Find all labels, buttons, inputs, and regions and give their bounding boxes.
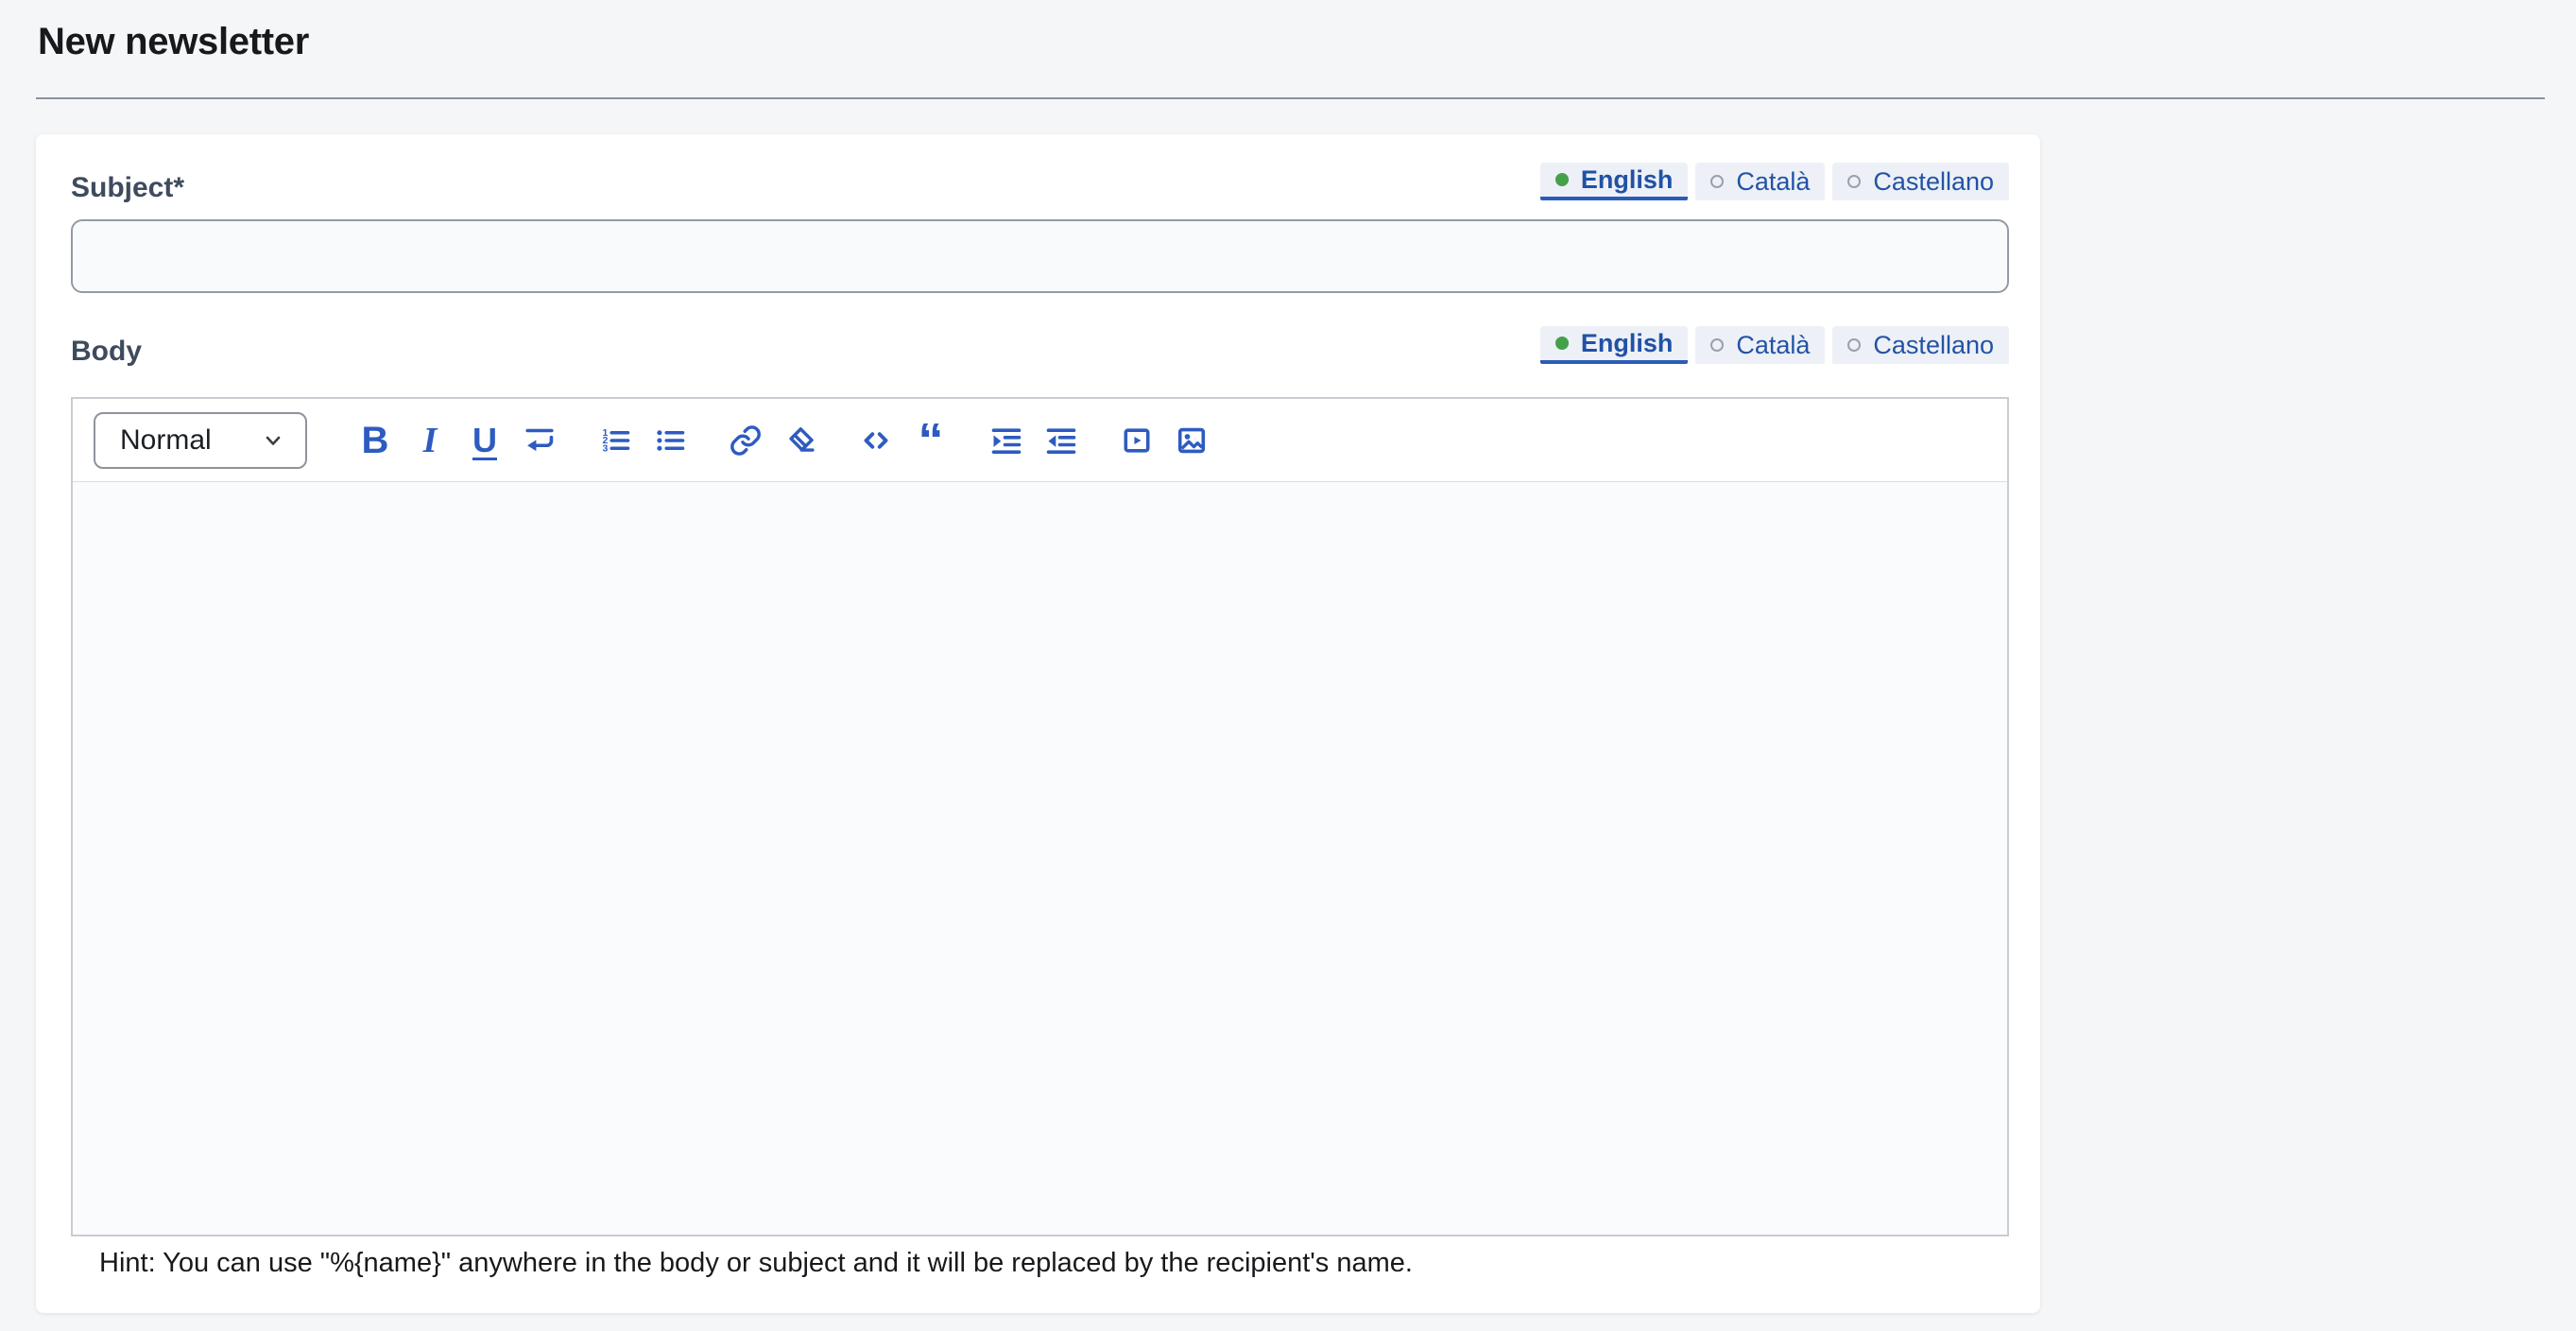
underline-button[interactable]: U	[468, 418, 502, 463]
outdent-button[interactable]	[1044, 418, 1078, 463]
language-option-catala[interactable]: Català	[1695, 326, 1825, 364]
hint-text: Hint: You can use "%{name}" anywhere in …	[99, 1249, 2009, 1277]
blockquote-button[interactable]: “	[914, 418, 948, 463]
language-option-castellano[interactable]: Castellano	[1832, 326, 2009, 364]
language-label: Català	[1736, 167, 1810, 197]
clear-format-button[interactable]	[783, 418, 817, 463]
blockquote-icon: “	[914, 424, 948, 458]
language-label: English	[1581, 165, 1674, 195]
bullet-list-icon	[653, 424, 687, 458]
language-label: English	[1581, 329, 1674, 358]
subject-field-header: Subject* English Català Castellano	[71, 163, 2009, 204]
ordered-list-icon: 1 2 3	[598, 424, 632, 458]
clear-format-icon	[783, 424, 817, 458]
image-button[interactable]	[1175, 418, 1209, 463]
subject-label: Subject*	[71, 163, 184, 204]
language-option-catala[interactable]: Català	[1695, 163, 1825, 200]
page-header: New newsletter	[0, 0, 2576, 62]
body-field-header: Body English Català Castellano	[71, 326, 2009, 368]
line-break-button[interactable]	[523, 418, 557, 463]
language-switcher-subject: English Català Castellano	[1540, 163, 2009, 200]
ordered-list-button[interactable]: 1 2 3	[598, 418, 632, 463]
body-editor: Normal B I U	[71, 397, 2009, 1236]
code-icon	[859, 424, 893, 458]
outdent-icon	[1044, 424, 1078, 458]
radio-selected-icon	[1555, 337, 1569, 350]
radio-unselected-icon	[1847, 175, 1861, 188]
newsletter-form-card: Subject* English Català Castellano Body …	[36, 134, 2040, 1313]
language-label: Castellano	[1873, 331, 1994, 360]
page-title: New newsletter	[38, 21, 2545, 62]
body-label: Body	[71, 326, 142, 368]
video-button[interactable]	[1120, 418, 1154, 463]
indent-icon	[989, 424, 1023, 458]
italic-icon: I	[423, 423, 438, 458]
radio-selected-icon	[1555, 173, 1569, 186]
language-option-english[interactable]: English	[1540, 326, 1689, 364]
language-option-castellano[interactable]: Castellano	[1832, 163, 2009, 200]
underline-icon: U	[472, 424, 497, 458]
line-break-icon	[523, 424, 557, 458]
format-dropdown[interactable]: Normal	[94, 412, 307, 469]
indent-button[interactable]	[989, 418, 1023, 463]
radio-unselected-icon	[1710, 338, 1724, 352]
bullet-list-button[interactable]	[653, 418, 687, 463]
italic-button[interactable]: I	[413, 418, 447, 463]
language-switcher-body: English Català Castellano	[1540, 326, 2009, 364]
radio-unselected-icon	[1847, 338, 1861, 352]
header-divider	[36, 97, 2545, 99]
bold-button[interactable]: B	[358, 418, 392, 463]
code-button[interactable]	[859, 418, 893, 463]
language-label: Català	[1736, 331, 1810, 360]
editor-toolbar: Normal B I U	[73, 399, 2007, 482]
svg-text:“: “	[919, 424, 944, 458]
body-editor-content[interactable]	[73, 482, 2007, 1235]
chevron-down-icon	[262, 429, 284, 452]
link-icon	[729, 424, 763, 458]
link-button[interactable]	[729, 418, 763, 463]
language-label: Castellano	[1873, 167, 1994, 197]
bold-icon: B	[362, 422, 389, 459]
subject-input[interactable]	[71, 219, 2009, 293]
radio-unselected-icon	[1710, 175, 1724, 188]
svg-text:3: 3	[603, 442, 609, 454]
video-icon	[1120, 424, 1154, 458]
format-dropdown-label: Normal	[120, 424, 212, 457]
language-option-english[interactable]: English	[1540, 163, 1689, 200]
image-icon	[1175, 424, 1209, 458]
